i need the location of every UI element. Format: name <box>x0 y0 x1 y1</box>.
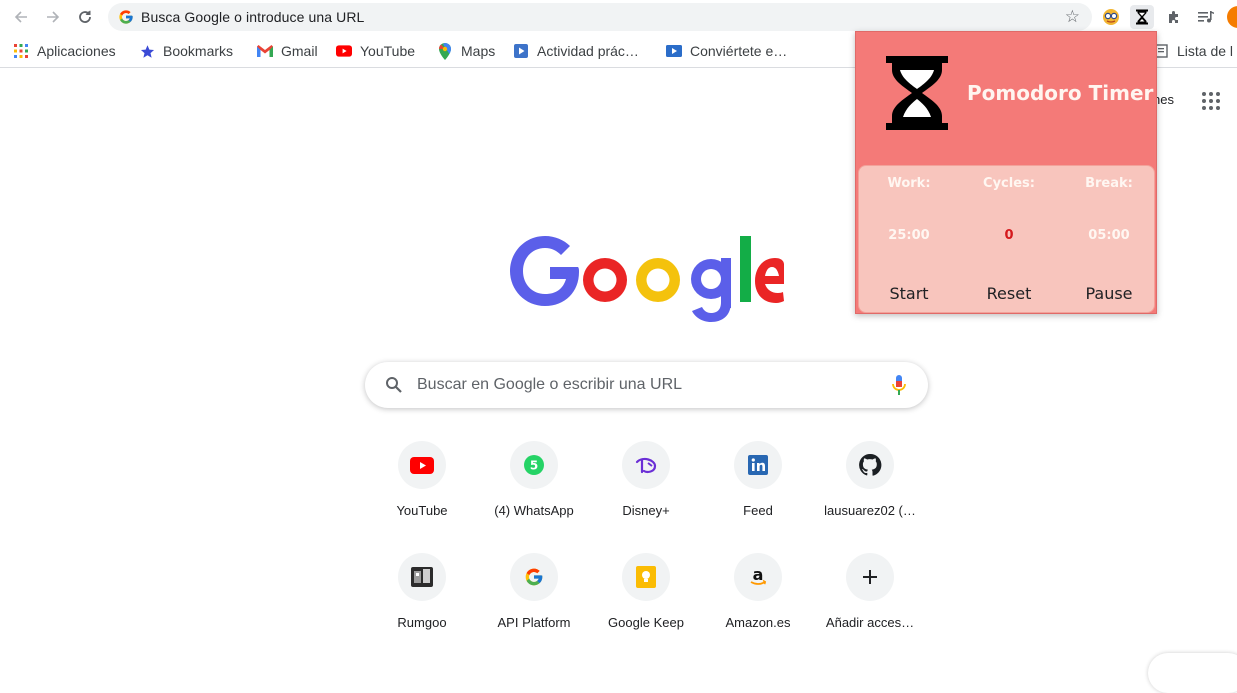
bookmark-maps[interactable]: Maps <box>437 41 495 61</box>
svg-text:a: a <box>753 566 764 584</box>
pomodoro-popup: Pomodoro Timer Work: Cycles: Break: 25:0… <box>855 31 1157 314</box>
apps-grid-icon <box>13 43 29 59</box>
google-icon <box>510 553 558 601</box>
shortcut-label: Rumgoo <box>397 615 447 630</box>
ntp-search-box[interactable]: Buscar en Google o escribir una URL <box>365 362 928 408</box>
media-control-icon[interactable] <box>1194 5 1218 29</box>
video-icon <box>513 43 529 59</box>
svg-text:5: 5 <box>530 459 538 473</box>
extension-face-icon[interactable] <box>1099 5 1123 29</box>
linkedin-icon <box>734 441 782 489</box>
shortcut-label: API Platform <box>497 615 571 630</box>
shortcut-tile-github[interactable]: lausuarez02 (… <box>814 441 926 553</box>
bookmark-label: Lista de l <box>1177 43 1234 59</box>
back-arrow-icon[interactable] <box>10 6 32 28</box>
bookmark-label: Aplicaciones <box>37 43 116 59</box>
bookmark-label: Actividad prác… <box>537 43 639 59</box>
break-time-value: 05:00 <box>1088 228 1130 243</box>
bookmark-reading-list[interactable]: Lista de l <box>1153 41 1233 61</box>
github-icon <box>846 441 894 489</box>
shortcut-label: lausuarez02 (… <box>824 503 916 518</box>
video-icon <box>666 43 682 59</box>
disney-icon <box>622 441 670 489</box>
whatsapp-icon: 5 <box>510 441 558 489</box>
reload-icon[interactable] <box>74 6 96 28</box>
popup-title: Pomodoro Timer <box>967 81 1154 105</box>
work-time-value: 25:00 <box>888 228 930 243</box>
bookmark-label: Gmail <box>281 43 318 59</box>
browser-toolbar: Busca Google o introduce una URL ☆ <box>0 0 1237 34</box>
bookmark-bookmarks[interactable]: Bookmarks <box>139 41 233 61</box>
youtube-icon <box>336 43 352 59</box>
shortcut-label: YouTube <box>396 503 448 518</box>
bookmark-star-icon[interactable]: ☆ <box>1065 7 1080 27</box>
star-icon <box>139 43 155 59</box>
start-button[interactable]: Start <box>859 284 959 303</box>
shortcut-label: Feed <box>743 503 773 518</box>
break-label: Break: <box>1085 176 1133 191</box>
shortcut-tile-rumgoo[interactable]: Rumgoo <box>366 553 478 665</box>
shortcut-label: Añadir acces… <box>825 615 915 630</box>
extensions-puzzle-icon[interactable] <box>1162 5 1186 29</box>
google-logo <box>510 236 784 322</box>
shortcut-tile-add[interactable]: Añadir acces… <box>814 553 926 665</box>
search-placeholder: Buscar en Google o escribir una URL <box>417 376 683 393</box>
cycles-label: Cycles: <box>983 176 1035 191</box>
shortcut-label: (4) WhatsApp <box>494 503 574 518</box>
shortcut-tile-api-platform[interactable]: API Platform <box>478 553 590 665</box>
customize-chrome-button[interactable] <box>1148 653 1237 693</box>
maps-icon <box>437 42 453 60</box>
shortcut-tile-google-keep[interactable]: Google Keep <box>590 553 702 665</box>
bookmark-youtube[interactable]: YouTube <box>336 41 415 61</box>
bookmark-label: Bookmarks <box>163 43 234 59</box>
shortcut-tile-disney[interactable]: Disney+ <box>590 441 702 553</box>
microphone-icon[interactable] <box>892 375 906 395</box>
popup-header: Pomodoro Timer <box>856 32 1156 162</box>
keep-icon <box>622 553 670 601</box>
bookmark-gmail[interactable]: Gmail <box>257 41 318 61</box>
search-icon <box>386 377 402 393</box>
profile-avatar[interactable] <box>1227 6 1237 28</box>
gmail-icon <box>257 43 273 59</box>
shortcut-label: Google Keep <box>608 615 684 630</box>
google-g-icon <box>119 10 133 24</box>
bookmark-actividad[interactable]: Actividad prác… <box>513 41 639 61</box>
youtube-icon <box>398 441 446 489</box>
pause-button[interactable]: Pause <box>1059 284 1159 303</box>
shortcut-tile-amazon[interactable]: a Amazon.es <box>702 553 814 665</box>
bookmark-label: Maps <box>461 43 496 59</box>
shortcut-tile-whatsapp[interactable]: 5 (4) WhatsApp <box>478 441 590 553</box>
address-bar-text: Busca Google o introduce una URL <box>141 9 365 25</box>
work-label: Work: <box>887 176 931 191</box>
rumgoo-icon <box>398 553 446 601</box>
bookmark-aplicaciones[interactable]: Aplicaciones <box>13 41 116 61</box>
reset-button[interactable]: Reset <box>959 284 1059 303</box>
bookmark-conviertete[interactable]: Conviértete e… <box>666 41 787 61</box>
shortcut-label: Amazon.es <box>725 615 791 630</box>
forward-arrow-icon[interactable] <box>42 6 64 28</box>
bookmark-label: YouTube <box>360 43 416 59</box>
bookmark-label: Conviértete e… <box>690 43 788 59</box>
amazon-icon: a <box>734 553 782 601</box>
plus-icon <box>846 553 894 601</box>
google-apps-grid-icon[interactable] <box>1202 92 1220 110</box>
hourglass-icon <box>886 56 948 130</box>
timer-panel: Work: Cycles: Break: 25:00 0 05:00 Start… <box>858 165 1155 313</box>
shortcut-tile-youtube[interactable]: YouTube <box>366 441 478 553</box>
address-bar[interactable]: Busca Google o introduce una URL ☆ <box>108 3 1092 31</box>
shortcut-label: Disney+ <box>622 503 670 518</box>
pomodoro-extension-hourglass-icon[interactable] <box>1130 5 1154 29</box>
cycles-count-value: 0 <box>1004 228 1014 243</box>
shortcut-tile-linkedin[interactable]: Feed <box>702 441 814 553</box>
